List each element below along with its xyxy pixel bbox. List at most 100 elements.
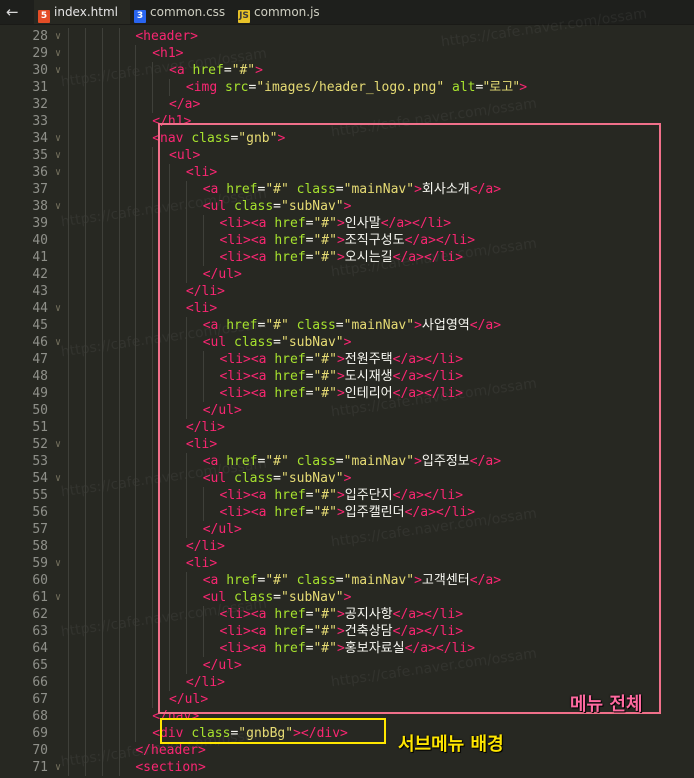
indent-guide — [68, 164, 69, 181]
indent-guide — [84, 487, 86, 504]
indent-guide — [118, 28, 120, 45]
indent-guide — [135, 334, 137, 351]
indent-guide — [135, 657, 137, 674]
code-text: <section> — [135, 759, 205, 776]
indent-guide — [68, 657, 69, 674]
indent-guide — [135, 555, 137, 572]
code-line[interactable]: 71 ∨ <section> — [0, 759, 694, 776]
line-number: 46 — [32, 335, 48, 350]
line-number: 37 — [32, 182, 48, 197]
fold-toggle-icon[interactable]: ∨ — [53, 334, 63, 351]
indent-guide — [68, 96, 69, 113]
indent-guide — [68, 113, 69, 130]
indent-guide — [118, 453, 120, 470]
code-line[interactable]: 28 ∨ <header> — [0, 28, 694, 45]
fold-toggle-icon[interactable]: ∨ — [53, 436, 63, 453]
indent-guide — [118, 402, 120, 419]
indent-guide — [118, 79, 120, 96]
indent-guide — [135, 385, 137, 402]
indent-guide — [84, 436, 86, 453]
indent-guide — [101, 691, 103, 708]
indent-guide — [84, 521, 86, 538]
indent-guide — [101, 215, 103, 232]
line-number: 49 — [32, 386, 48, 401]
line-number: 58 — [32, 539, 48, 554]
indent-guide — [152, 147, 154, 164]
tab-common-js[interactable]: JS common.js — [234, 0, 334, 24]
indent-guide — [84, 62, 86, 79]
indent-guide — [68, 759, 69, 776]
fold-toggle-icon[interactable]: ∨ — [53, 164, 63, 181]
fold-toggle-icon[interactable]: ∨ — [53, 555, 63, 572]
fold-toggle-icon[interactable]: ∨ — [53, 45, 63, 62]
indent-guide — [68, 470, 69, 487]
fold-toggle-icon[interactable]: ∨ — [53, 28, 63, 45]
indent-guide — [84, 181, 86, 198]
code-token: <section> — [135, 760, 206, 775]
line-number: 43 — [32, 284, 48, 299]
indent-guide — [118, 147, 120, 164]
code-token: alt — [452, 80, 476, 95]
code-line[interactable]: 31 <img src="images/header_logo.png" alt=… — [0, 79, 694, 96]
indent-guide — [101, 589, 103, 606]
fold-toggle-icon[interactable]: ∨ — [53, 198, 63, 215]
indent-guide — [84, 725, 86, 742]
indent-guide — [101, 470, 103, 487]
line-number: 60 — [32, 573, 48, 588]
indent-guide — [101, 232, 103, 249]
indent-guide — [84, 385, 86, 402]
indent-guide — [68, 436, 69, 453]
menu-annotation-label: 메뉴 전체 — [570, 694, 643, 715]
indent-guide — [118, 504, 120, 521]
line-number: 62 — [32, 607, 48, 622]
indent-guide — [135, 317, 137, 334]
tab-index-html[interactable]: 5 index.html — [34, 0, 130, 24]
indent-guide — [68, 385, 69, 402]
indent-guide — [118, 436, 120, 453]
indent-guide — [152, 606, 154, 623]
fold-toggle-icon[interactable]: ∨ — [53, 589, 63, 606]
indent-guide — [152, 232, 154, 249]
indent-guide — [68, 79, 69, 96]
indent-guide — [135, 453, 137, 470]
indent-guide — [118, 181, 120, 198]
indent-guide — [135, 589, 137, 606]
indent-guide — [68, 572, 69, 589]
indent-guide — [84, 164, 86, 181]
fold-toggle-icon[interactable]: ∨ — [53, 62, 63, 79]
code-line[interactable]: 70 </header> — [0, 742, 694, 759]
back-arrow-icon[interactable]: ← — [6, 2, 26, 22]
fold-toggle-icon[interactable]: ∨ — [53, 759, 63, 776]
indent-guide — [152, 504, 154, 521]
line-number: 70 — [32, 743, 48, 758]
code-text: </header> — [135, 742, 205, 759]
indent-guide — [101, 742, 103, 759]
menu-highlight-box — [158, 123, 661, 714]
indent-guide — [135, 181, 137, 198]
indent-guide — [84, 470, 86, 487]
indent-guide — [84, 198, 86, 215]
line-number: 34 — [32, 131, 48, 146]
tab-common-css[interactable]: 3 common.css — [130, 0, 234, 24]
line-number: 66 — [32, 675, 48, 690]
code-line[interactable]: 32 </a> — [0, 96, 694, 113]
indent-guide — [135, 113, 137, 130]
fold-toggle-icon[interactable]: ∨ — [53, 470, 63, 487]
indent-guide — [118, 606, 120, 623]
indent-guide — [135, 266, 137, 283]
indent-guide — [84, 555, 86, 572]
code-line[interactable]: 30 ∨ <a href="#"> — [0, 62, 694, 79]
indent-guide — [152, 623, 154, 640]
fold-toggle-icon[interactable]: ∨ — [53, 300, 63, 317]
indent-guide — [84, 130, 86, 147]
indent-guide — [68, 623, 69, 640]
fold-toggle-icon[interactable]: ∨ — [53, 147, 63, 164]
indent-guide — [68, 606, 69, 623]
indent-guide — [84, 79, 86, 96]
indent-guide — [118, 623, 120, 640]
fold-toggle-icon[interactable]: ∨ — [53, 130, 63, 147]
indent-guide — [118, 198, 120, 215]
line-number: 57 — [32, 522, 48, 537]
code-line[interactable]: 29 ∨ <h1> — [0, 45, 694, 62]
code-text: <h1> — [152, 45, 183, 62]
